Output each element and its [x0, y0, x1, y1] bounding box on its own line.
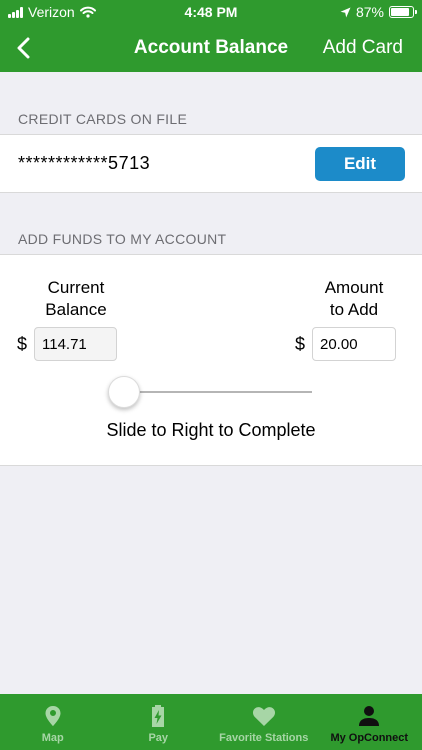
amount-to-add-label-line2: to Add — [329, 300, 379, 319]
top-bar: Verizon 4:48 PM 87% Account Balance Add … — [0, 0, 422, 72]
map-pin-icon — [44, 704, 62, 728]
status-bar: Verizon 4:48 PM 87% — [0, 0, 422, 24]
tab-favorite-stations-label: Favorite Stations — [219, 732, 309, 744]
battery-charge-icon — [150, 704, 166, 728]
tab-pay-label: Pay — [148, 732, 169, 744]
tab-favorite-stations[interactable]: Favorite Stations — [211, 694, 317, 750]
slider-track — [124, 391, 312, 393]
battery-percent: 87% — [355, 4, 384, 20]
nav-bar: Account Balance Add Card — [0, 24, 422, 72]
credit-cards-header: CREDIT CARDS ON FILE — [18, 111, 188, 127]
add-funds-panel: Current Balance $ 114.71 Amount to Add $… — [0, 254, 422, 466]
add-funds-header: ADD FUNDS TO MY ACCOUNT — [18, 231, 227, 247]
amount-to-add-label: Amount to Add — [310, 277, 398, 321]
tab-bar: Map Pay Favorite Stations My OpConnect — [0, 694, 422, 750]
current-balance-label: Current Balance — [30, 277, 122, 321]
edit-card-button[interactable]: Edit — [315, 147, 405, 181]
tab-my-opconnect-label: My OpConnect — [330, 732, 409, 744]
tab-map[interactable]: Map — [0, 694, 106, 750]
location-arrow-icon — [340, 7, 351, 17]
tab-my-opconnect[interactable]: My OpConnect — [317, 694, 422, 750]
current-balance-field: 114.71 — [34, 327, 117, 361]
current-balance-label-line1: Current — [47, 278, 105, 297]
heart-icon — [252, 704, 276, 728]
slider-label: Slide to Right to Complete — [106, 420, 316, 440]
status-right: 87% — [340, 4, 417, 20]
amount-to-add-input[interactable]: 20.00 — [312, 327, 396, 361]
battery-icon — [389, 6, 417, 18]
amount-to-add-currency: $ — [295, 334, 306, 354]
amount-to-add-label-line1: Amount — [324, 278, 384, 297]
credit-card-row: ************5713 Edit — [0, 134, 422, 193]
slide-to-complete-thumb[interactable] — [108, 376, 140, 408]
tab-map-label: Map — [41, 732, 64, 744]
add-card-button[interactable]: Add Card — [323, 37, 403, 59]
tab-pay[interactable]: Pay — [106, 694, 212, 750]
person-icon — [358, 704, 380, 728]
current-balance-label-line2: Balance — [45, 300, 107, 319]
current-balance-currency: $ — [17, 334, 28, 354]
card-number: ************5713 — [18, 153, 151, 173]
